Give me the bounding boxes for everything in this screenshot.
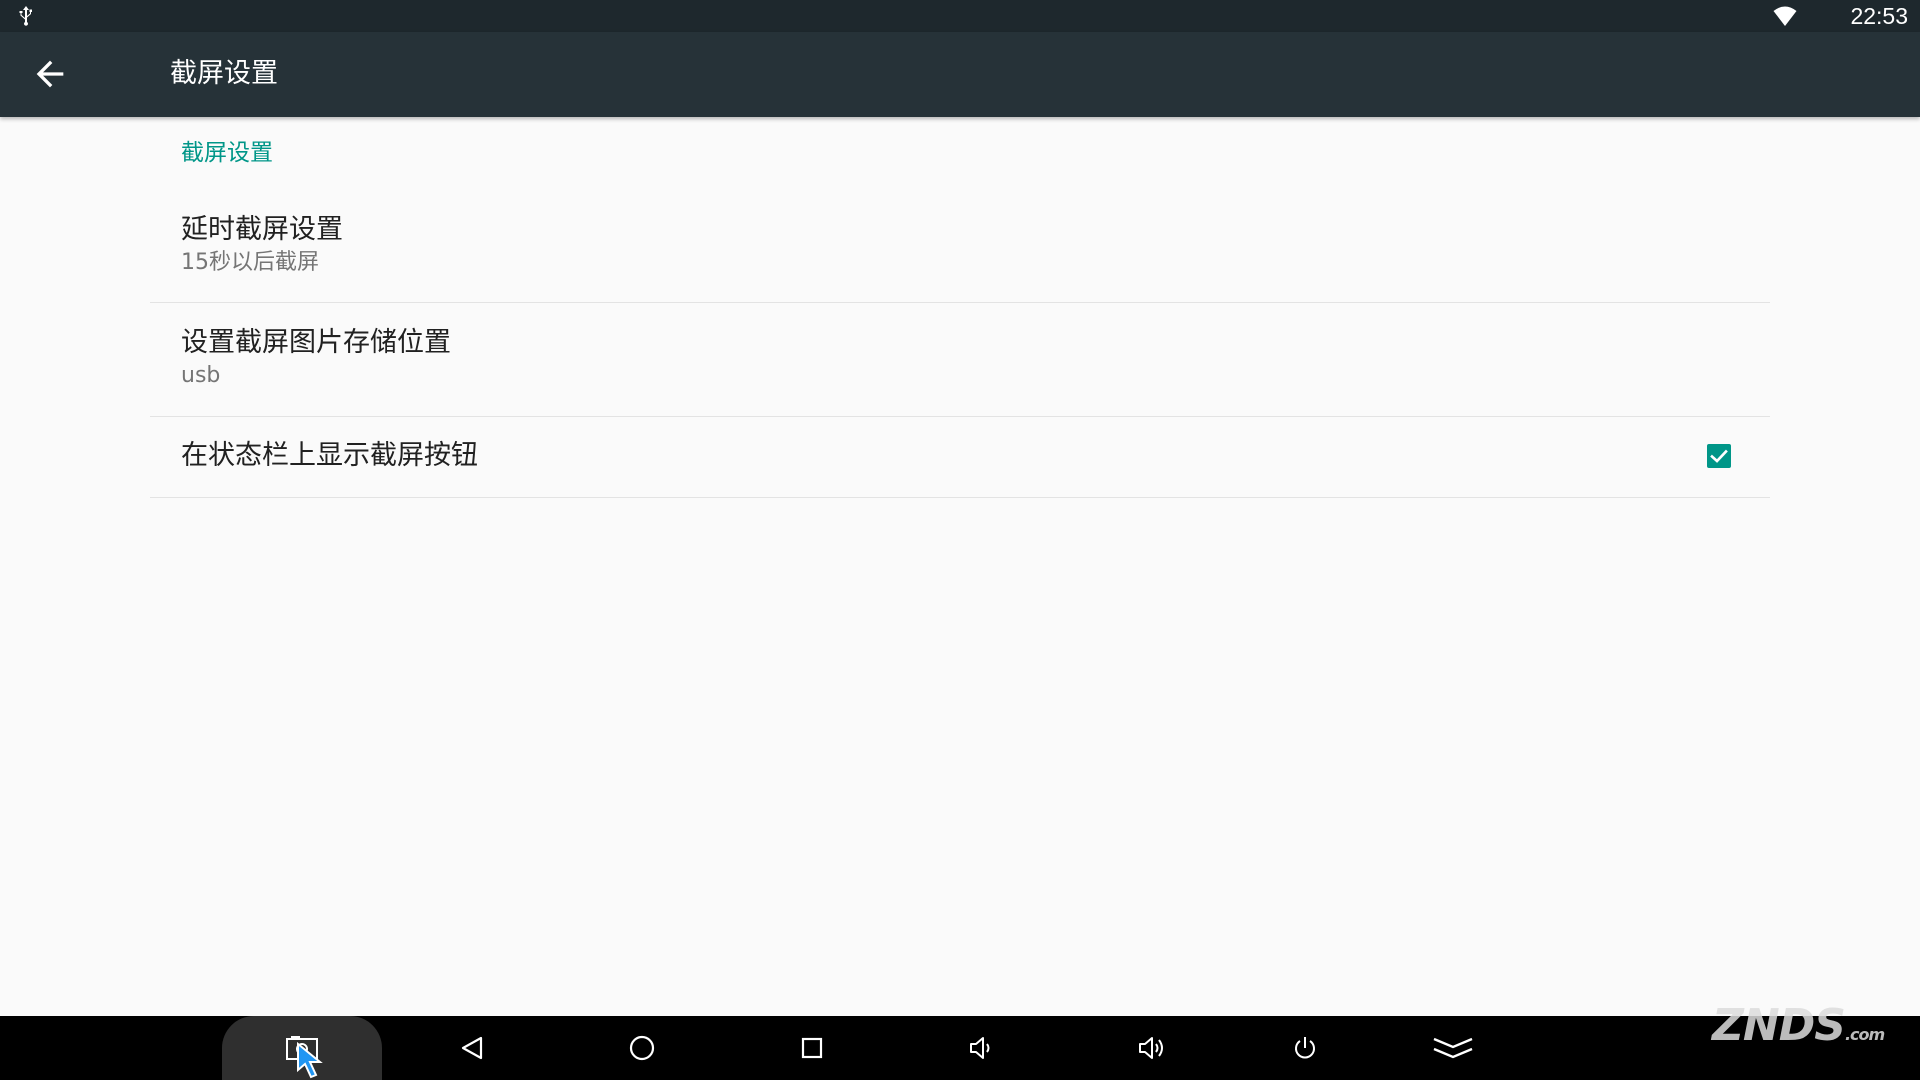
- back-button[interactable]: [30, 54, 70, 94]
- screenshot-button[interactable]: [222, 1016, 382, 1080]
- status-time: 22:53: [1850, 3, 1908, 29]
- pref-show-statusbar-button[interactable]: 在状态栏上显示截屏按钮: [150, 417, 1770, 498]
- volume-down-button[interactable]: [941, 1016, 1021, 1080]
- power-icon: [1295, 1037, 1315, 1059]
- navigation-bar: [0, 1016, 1920, 1080]
- usb-icon: [19, 6, 32, 26]
- volume-up-icon: [1139, 1037, 1163, 1059]
- cursor-icon: [297, 1042, 323, 1079]
- pref-title: 延时截屏设置: [181, 214, 343, 245]
- wifi-icon: [1773, 6, 1797, 26]
- arrow-back-icon: [36, 60, 64, 88]
- show-button-checkbox[interactable]: [1707, 444, 1731, 468]
- page-title: 截屏设置: [170, 58, 278, 89]
- home-circle-icon: [629, 1035, 655, 1061]
- pref-summary: usb: [181, 363, 221, 388]
- pref-summary: 15秒以后截屏: [181, 250, 319, 275]
- znds-watermark: ZNDS.com: [1712, 1000, 1885, 1051]
- nav-recents-button[interactable]: [772, 1016, 852, 1080]
- back-triangle-icon: [461, 1036, 483, 1060]
- toolbar: 截屏设置: [0, 32, 1920, 117]
- nav-back-button[interactable]: [432, 1016, 512, 1080]
- volume-up-button[interactable]: [1112, 1016, 1192, 1080]
- watermark-text: ZNDS: [1712, 1000, 1846, 1051]
- power-button[interactable]: [1265, 1016, 1345, 1080]
- watermark-suffix: .com: [1844, 1025, 1885, 1044]
- pref-storage-location[interactable]: 设置截屏图片存储位置 usb: [150, 303, 1770, 417]
- pref-delay-screenshot[interactable]: 延时截屏设置 15秒以后截屏: [150, 192, 1770, 303]
- hide-bar-icon: [1433, 1037, 1473, 1059]
- pref-title: 在状态栏上显示截屏按钮: [181, 440, 478, 471]
- category-header: 截屏设置: [181, 140, 273, 166]
- nav-home-button[interactable]: [602, 1016, 682, 1080]
- recents-square-icon: [801, 1037, 823, 1059]
- check-icon: [1710, 449, 1728, 463]
- hide-bar-button[interactable]: [1413, 1016, 1493, 1080]
- status-bar: 22:53: [0, 0, 1920, 32]
- volume-down-icon: [970, 1037, 990, 1059]
- pref-title: 设置截屏图片存储位置: [181, 327, 451, 358]
